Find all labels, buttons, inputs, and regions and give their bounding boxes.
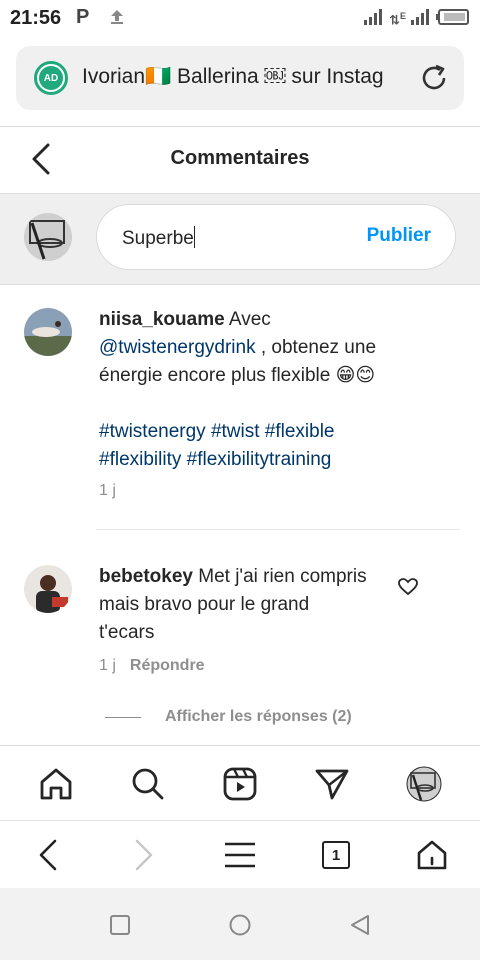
page-title-url[interactable]: Ivorian🇨🇮 Ballerina ￼ sur Instag bbox=[82, 65, 412, 89]
browser-back-icon[interactable] bbox=[28, 835, 68, 875]
comment-text: bebetokey Met j'ai rien compris mais bra… bbox=[99, 563, 369, 647]
comment-text-part: Avec bbox=[224, 309, 271, 330]
status-time: 21:56 bbox=[10, 7, 62, 29]
battery-icon bbox=[436, 8, 470, 31]
like-heart-icon[interactable] bbox=[398, 578, 418, 601]
comment-meta: 1 j Répondre bbox=[99, 657, 205, 675]
comment-text: niisa_kouame Avec @twistenergydrink , ob… bbox=[99, 306, 429, 474]
comment-item: bebetokey Met j'ai rien compris mais bra… bbox=[0, 562, 480, 712]
reload-icon[interactable] bbox=[418, 62, 450, 99]
view-replies-button[interactable]: Afficher les réponses (2) bbox=[105, 708, 352, 726]
status-indicators: ⇅E bbox=[363, 8, 470, 31]
data-transfer-icon: ⇅E bbox=[389, 10, 406, 28]
comment-time: 1 j bbox=[99, 482, 116, 499]
divider bbox=[96, 529, 460, 530]
view-replies-label: Afficher les réponses (2) bbox=[165, 708, 352, 725]
home-icon[interactable] bbox=[36, 764, 76, 804]
recent-apps-icon[interactable] bbox=[107, 912, 133, 938]
menu-icon[interactable] bbox=[220, 835, 260, 875]
comment-input-value: Superbe bbox=[122, 226, 195, 249]
replies-line bbox=[105, 716, 141, 718]
reels-icon[interactable] bbox=[220, 764, 260, 804]
comment-meta: 1 j bbox=[99, 482, 116, 500]
status-bar: 21:56 P ⇅E bbox=[0, 0, 480, 38]
comment-composer: Superbe Publier bbox=[0, 194, 480, 284]
instagram-bottom-nav bbox=[0, 745, 480, 819]
browser-home-icon[interactable] bbox=[412, 835, 452, 875]
text-caret bbox=[193, 226, 195, 248]
divider bbox=[0, 284, 480, 285]
search-icon[interactable] bbox=[128, 764, 168, 804]
mention-link[interactable]: @twistenergydrink bbox=[99, 337, 256, 358]
commenter-avatar[interactable] bbox=[24, 308, 72, 356]
comments-header: Commentaires bbox=[0, 127, 480, 193]
commenter-avatar[interactable] bbox=[24, 565, 72, 613]
comment-time: 1 j bbox=[99, 657, 116, 674]
hashtag-line[interactable]: #flexibility #flexibilitytraining bbox=[99, 446, 429, 474]
signal-icon-2 bbox=[410, 8, 432, 31]
browser-bottom-toolbar: 1 bbox=[0, 820, 480, 888]
comment-input[interactable]: Superbe Publier bbox=[96, 204, 456, 270]
hashtag-line[interactable]: #twistenergy #twist #flexible bbox=[99, 418, 429, 446]
profile-avatar[interactable] bbox=[404, 764, 444, 804]
android-back-icon[interactable] bbox=[347, 912, 373, 938]
publish-button[interactable]: Publier bbox=[367, 225, 431, 247]
comment-username[interactable]: bebetokey bbox=[99, 566, 193, 587]
page-title: Commentaires bbox=[170, 147, 310, 169]
adblock-label: AD bbox=[39, 66, 63, 90]
direct-message-icon[interactable] bbox=[312, 764, 352, 804]
browser-forward-icon[interactable] bbox=[124, 835, 164, 875]
android-home-icon[interactable] bbox=[227, 912, 253, 938]
parking-app-icon: P bbox=[76, 6, 90, 28]
comment-item: niisa_kouame Avec @twistenergydrink , ob… bbox=[0, 305, 480, 525]
signal-icon bbox=[363, 8, 385, 31]
reply-button[interactable]: Répondre bbox=[130, 657, 205, 674]
upload-icon bbox=[108, 7, 126, 30]
tabs-button[interactable]: 1 bbox=[316, 835, 356, 875]
adblock-icon[interactable]: AD bbox=[34, 61, 68, 95]
current-user-avatar bbox=[24, 213, 72, 261]
comment-username[interactable]: niisa_kouame bbox=[99, 309, 225, 330]
url-field[interactable]: AD Ivorian🇨🇮 Ballerina ￼ sur Instag bbox=[16, 46, 464, 110]
browser-address-bar: AD Ivorian🇨🇮 Ballerina ￼ sur Instag bbox=[0, 38, 480, 126]
android-system-nav bbox=[0, 888, 480, 960]
tab-count: 1 bbox=[322, 841, 350, 869]
